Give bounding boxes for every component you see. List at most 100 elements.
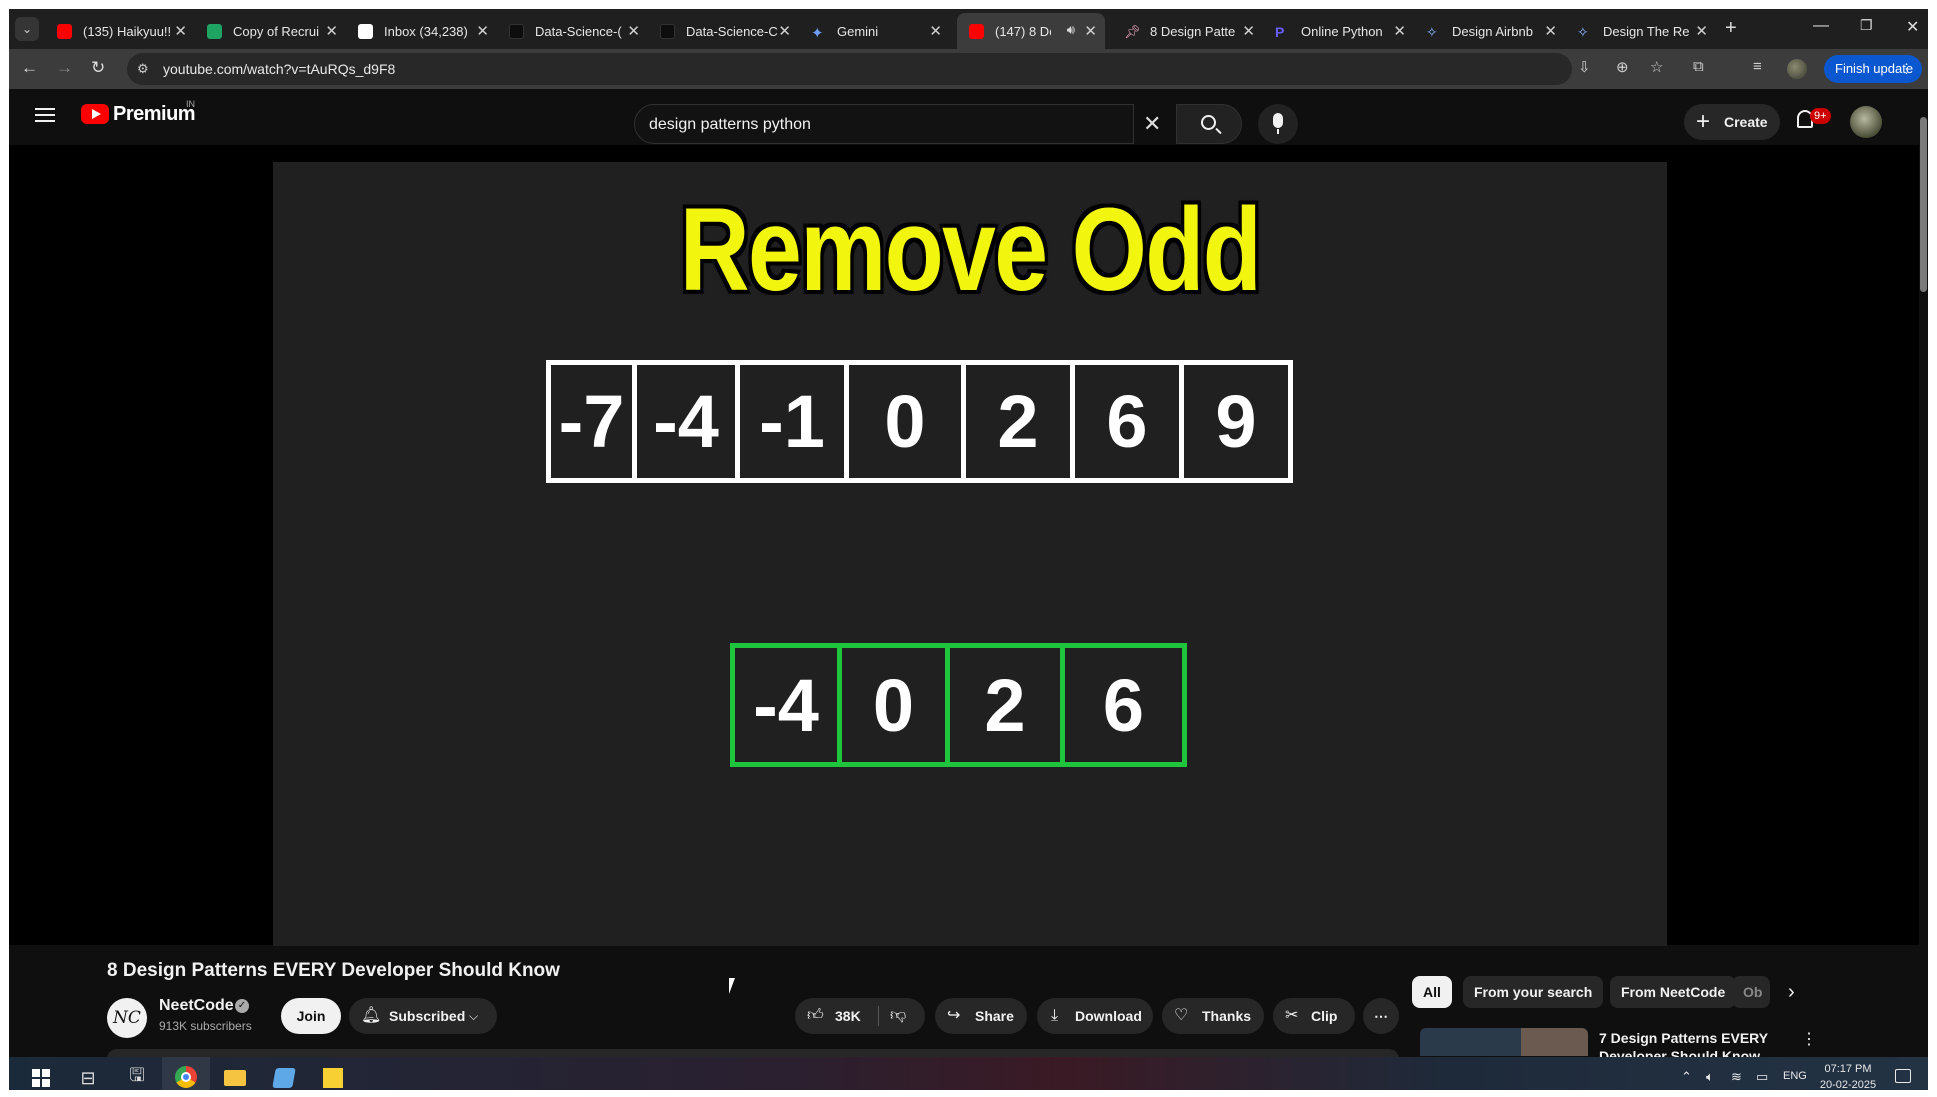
recommendation-thumbnail[interactable] xyxy=(1420,1028,1588,1056)
window-close-icon[interactable]: ✕ xyxy=(1906,17,1919,37)
close-icon[interactable]: ✕ xyxy=(627,22,640,40)
like-thumb-icon[interactable]: 👍︎ xyxy=(807,998,824,1034)
close-icon[interactable]: ✕ xyxy=(1544,22,1557,40)
close-icon[interactable]: ✕ xyxy=(325,22,338,40)
reload-icon[interactable]: ↻ xyxy=(91,58,105,78)
chip-ob[interactable]: Ob xyxy=(1732,976,1770,1008)
chevron-right-icon[interactable]: › xyxy=(1788,981,1795,1004)
video-title: 8 Design Patterns EVERY Developer Should… xyxy=(107,960,560,981)
join-button[interactable]: Join xyxy=(281,998,341,1034)
output-array: -4 0 2 6 xyxy=(730,643,1187,767)
url-text[interactable]: youtube.com/watch?v=tAuRQs_d9F8 xyxy=(163,61,395,77)
media-controls-icon[interactable]: ≡ xyxy=(1753,58,1762,75)
new-tab-button[interactable]: + xyxy=(1725,17,1737,40)
notification-center-icon[interactable] xyxy=(1895,1069,1911,1083)
windows-start-icon[interactable] xyxy=(17,1057,65,1090)
restore-icon[interactable]: ❐ xyxy=(1860,17,1873,34)
close-icon[interactable]: ✕ xyxy=(1695,22,1708,40)
channel-name[interactable]: NeetCode xyxy=(159,997,234,1015)
volume-icon[interactable]: 🔈︎ xyxy=(1706,1069,1714,1085)
address-bar[interactable]: ⚙ youtube.com/watch?v=tAuRQs_d9F8 xyxy=(127,53,1572,85)
tab-gmail-inbox[interactable]: Inbox (34,238) ✕ xyxy=(346,13,497,49)
create-button[interactable]: + Create xyxy=(1684,104,1780,140)
thanks-button[interactable]: ♡ Thanks xyxy=(1162,998,1264,1034)
download-button[interactable]: ⤓ Download xyxy=(1037,998,1153,1034)
wifi-icon[interactable]: ≋ xyxy=(1731,1069,1742,1085)
notification-badge: 9+ xyxy=(1810,108,1831,124)
tab-design-the-re[interactable]: ✧ Design The Re ✕ xyxy=(1565,13,1716,49)
chip-all[interactable]: All xyxy=(1412,976,1452,1008)
tab-search-button[interactable]: ⌄ xyxy=(15,17,39,41)
tab-design-patterns-video[interactable]: (147) 8 Des 🔊︎ ✕ xyxy=(957,13,1105,49)
youtube-account-avatar[interactable] xyxy=(1850,106,1882,138)
chevron-up-icon[interactable]: ⌃ xyxy=(1681,1069,1692,1085)
share-arrow-icon: ↪ xyxy=(947,1007,961,1024)
minimize-icon[interactable]: — xyxy=(1813,17,1829,35)
channel-avatar[interactable]: NC xyxy=(107,998,147,1038)
tab-design-airbnb[interactable]: ✧ Design Airbnb ✕ xyxy=(1414,13,1565,49)
close-icon[interactable]: ✕ xyxy=(1393,22,1406,40)
search-button[interactable] xyxy=(1176,104,1242,144)
tab-online-python[interactable]: P Online Python ✕ xyxy=(1263,13,1414,49)
search-box[interactable] xyxy=(634,104,1134,144)
close-icon[interactable]: ✕ xyxy=(1084,22,1097,40)
extensions-icon[interactable]: ⧉ xyxy=(1693,58,1704,75)
speaker-icon[interactable]: 🔊︎ xyxy=(1067,22,1075,38)
tab-title: (147) 8 Des xyxy=(995,23,1051,39)
tab-github-1[interactable]: Data-Science-( ✕ xyxy=(497,13,648,49)
pinned-app-icon[interactable]: 🖫︎ xyxy=(113,1057,161,1090)
install-app-icon[interactable]: ⇩ xyxy=(1578,58,1591,76)
youtube-logo-icon[interactable] xyxy=(81,104,109,124)
tab-haikyuu[interactable]: (135) Haikyuu!! ✕ xyxy=(45,13,195,49)
sticky-notes-icon[interactable] xyxy=(309,1057,357,1090)
language-indicator[interactable]: ENG xyxy=(1783,1070,1807,1082)
forward-arrow-icon[interactable]: → xyxy=(56,58,73,78)
share-label: Share xyxy=(975,1008,1014,1024)
subscribed-button[interactable]: 🔔︎ Subscribed ⌵ xyxy=(349,998,497,1034)
site-info-icon[interactable]: ⚙ xyxy=(137,61,149,77)
like-count[interactable]: 38K xyxy=(835,998,861,1034)
chrome-icon[interactable] xyxy=(162,1057,210,1090)
back-arrow-icon[interactable]: ← xyxy=(21,58,38,78)
more-vert-icon[interactable]: ⋮ xyxy=(1801,1029,1817,1049)
share-button[interactable]: ↪ Share xyxy=(935,998,1027,1034)
bell-icon: 🔔︎ xyxy=(361,1007,382,1024)
divider xyxy=(878,1006,879,1026)
menu-icon[interactable] xyxy=(35,108,55,122)
close-icon[interactable]: ✕ xyxy=(778,22,791,40)
close-icon[interactable]: ✕ xyxy=(929,22,942,40)
finish-update-button[interactable]: Finish update ⋮ xyxy=(1824,55,1922,83)
profile-avatar[interactable] xyxy=(1787,59,1807,79)
youtube-brand[interactable]: Premium xyxy=(113,103,196,126)
recommendation-title[interactable]: 7 Design Patterns EVERY Developer Should… xyxy=(1599,1029,1769,1057)
tab-title: Copy of Recrui xyxy=(233,23,319,39)
video-player[interactable]: Remove Odd -7 -4 -1 0 2 6 9 -4 0 2 6 xyxy=(273,162,1667,946)
clip-button[interactable]: ✂ Clip xyxy=(1273,998,1355,1034)
scrollbar-thumb[interactable] xyxy=(1920,117,1927,292)
tab-design-patterns-pin[interactable]: 📌︎ 8 Design Patte ✕ xyxy=(1112,13,1263,49)
tab-github-2[interactable]: Data-Science-C ✕ xyxy=(648,13,799,49)
tab-recruit-sheet[interactable]: Copy of Recrui ✕ xyxy=(195,13,346,49)
download-icon: ⤓ xyxy=(1051,1007,1059,1024)
search-input[interactable] xyxy=(649,114,1089,136)
voice-search-button[interactable] xyxy=(1258,104,1298,144)
chip-from-your-search[interactable]: From your search xyxy=(1463,976,1604,1008)
zoom-icon[interactable]: ⊕ xyxy=(1616,58,1629,76)
battery-icon[interactable]: ▭ xyxy=(1756,1069,1768,1085)
more-actions-button[interactable]: ⋯ xyxy=(1363,998,1399,1034)
task-view-icon[interactable]: ⊟ xyxy=(64,1057,112,1090)
close-icon[interactable]: ✕ xyxy=(174,22,187,40)
close-icon[interactable]: ✕ xyxy=(1242,22,1255,40)
close-icon[interactable]: ✕ xyxy=(476,22,489,40)
clear-search-icon[interactable]: ✕ xyxy=(1143,111,1161,137)
subscribed-label: Subscribed xyxy=(389,1008,466,1024)
chip-from-neetcode[interactable]: From NeetCode xyxy=(1610,976,1737,1008)
scissors-icon: ✂ xyxy=(1285,1007,1299,1024)
bookmark-star-icon[interactable]: ☆ xyxy=(1650,58,1663,76)
clock[interactable]: 07:17 PM 20-02-2025 xyxy=(1817,1061,1879,1090)
app-shortcut-icon[interactable] xyxy=(260,1057,308,1090)
dislike-thumb-icon[interactable]: 👎︎ xyxy=(890,998,906,1034)
tab-gemini[interactable]: ✦ Gemini ✕ xyxy=(799,13,950,49)
file-explorer-icon[interactable] xyxy=(211,1057,259,1090)
microphone-icon xyxy=(1273,113,1283,134)
